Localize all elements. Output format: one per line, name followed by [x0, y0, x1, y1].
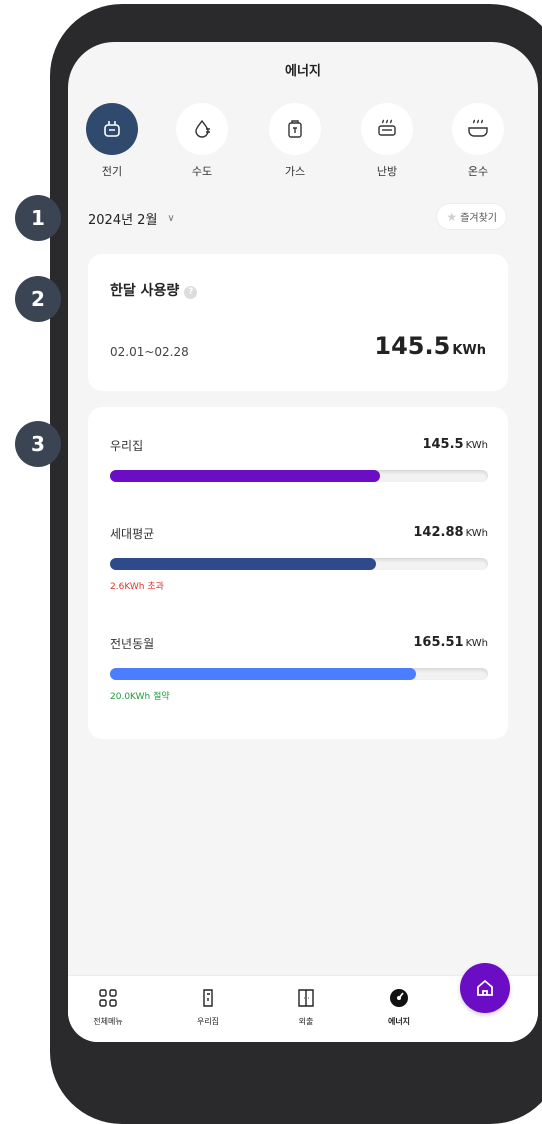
usage-date-range: 02.01~02.28 [110, 345, 189, 359]
tab-hot-water[interactable]: 온수 [448, 103, 508, 179]
tab-label: 전기 [101, 165, 123, 178]
usage-number: 145.5 [374, 332, 451, 360]
tab-label: 온수 [467, 165, 489, 178]
month-label: 2024년 2월 [88, 213, 158, 228]
tab-label: 가스 [284, 165, 306, 178]
step-marker-3: 3 [15, 421, 61, 467]
nav-item-home[interactable]: 우리집 [178, 988, 238, 1027]
comparison-card: 우리집 145.5 KWh 세대평균 142.88 KWh 2.6KWh 초과 전년… [88, 407, 508, 739]
step-marker-1: 1 [15, 195, 61, 241]
usage-unit: KWh [452, 343, 486, 358]
nav-label: 외출 [298, 1017, 314, 1026]
difference-note: 20.0KWh 절약 [110, 692, 170, 702]
progress-track [110, 558, 488, 570]
home-fab-button[interactable] [460, 963, 510, 1013]
nav-item-menu[interactable]: 전체메뉴 [78, 988, 138, 1027]
tab-label: 수도 [191, 165, 213, 178]
door-lock-icon [203, 989, 213, 1007]
row-label: 전년동월 [110, 637, 155, 651]
nav-label: 우리집 [196, 1017, 220, 1026]
usage-value: 145.5 KWh [374, 332, 486, 360]
plug-icon [104, 121, 120, 137]
progress-track [110, 470, 488, 482]
tab-electricity[interactable]: 전기 [82, 103, 142, 179]
monthly-usage-title: 한달 사용량 [110, 283, 180, 299]
bathtub-icon [468, 119, 488, 137]
difference-note: 2.6KWh 초과 [110, 582, 164, 592]
row-value: 145.5 KWh [422, 437, 488, 452]
water-drop-icon [195, 119, 210, 138]
progress-fill [110, 668, 417, 680]
app-screen: 에너지 전기 수도 가스 난방 온수 2024년 2월 ∨ ★ 즐겨찾기 한달 … [68, 42, 538, 1042]
nav-label: 에너지 [387, 1017, 411, 1026]
home-icon [477, 979, 493, 996]
tab-gas[interactable]: 가스 [265, 103, 325, 179]
tab-water[interactable]: 수도 [172, 103, 232, 179]
progress-fill [110, 558, 377, 570]
progress-track [110, 668, 488, 680]
nav-label: 전체메뉴 [93, 1017, 123, 1026]
row-value: 142.88 KWh [413, 525, 488, 540]
star-icon: ★ [446, 209, 458, 224]
step-marker-2: 2 [15, 276, 61, 322]
heater-icon [378, 119, 396, 136]
door-icon [298, 989, 314, 1007]
gas-can-icon [288, 120, 302, 138]
nav-item-energy[interactable]: 에너지 [369, 988, 429, 1027]
tab-label: 난방 [376, 165, 398, 178]
chevron-down-icon: ∨ [167, 213, 175, 224]
favorite-button[interactable]: ★ 즐겨찾기 [437, 204, 506, 229]
month-selector[interactable]: 2024년 2월 ∨ [88, 209, 175, 228]
help-icon[interactable]: ? [184, 286, 198, 299]
row-label: 우리집 [110, 439, 144, 453]
gauge-icon [390, 989, 408, 1007]
monthly-usage-card: 한달 사용량? 02.01~02.28 145.5 KWh [88, 254, 508, 391]
tab-heating[interactable]: 난방 [357, 103, 417, 179]
page-title: 에너지 [285, 64, 321, 79]
progress-fill [110, 470, 381, 482]
favorite-label: 즐겨찾기 [460, 213, 497, 224]
row-value: 165.51 KWh [413, 635, 488, 650]
grid-icon [99, 989, 117, 1007]
nav-item-away[interactable]: 외출 [276, 988, 336, 1027]
row-label: 세대평균 [110, 527, 155, 541]
